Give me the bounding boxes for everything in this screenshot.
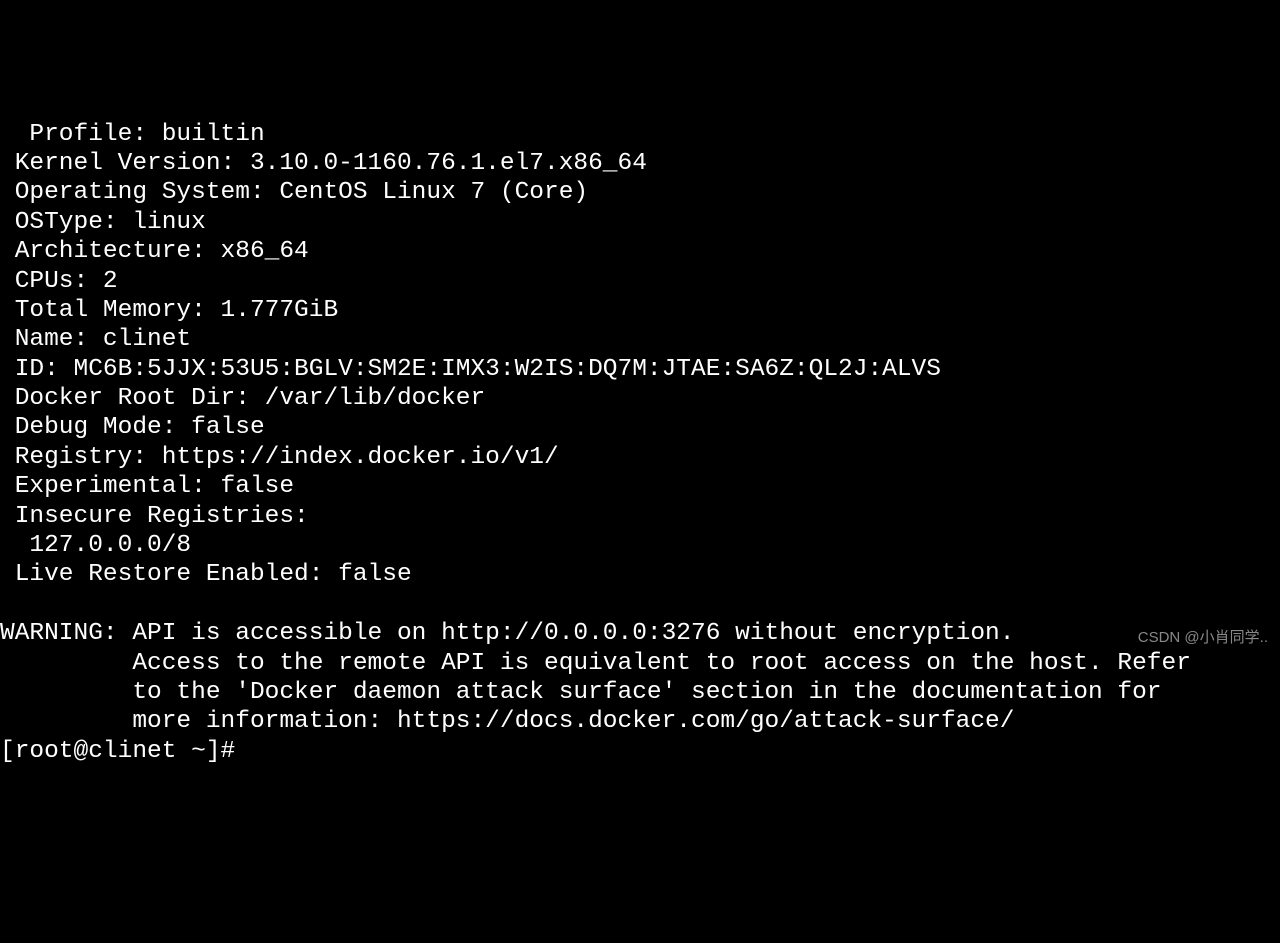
terminal-line: Architecture: x86_64 [0,237,1280,266]
terminal-line: Access to the remote API is equivalent t… [0,649,1280,678]
terminal-line: ID: MC6B:5JJX:53U5:BGLV:SM2E:IMX3:W2IS:D… [0,355,1280,384]
terminal-line[interactable]: [root@clinet ~]# [0,737,1280,766]
terminal-line: Profile: builtin [0,120,1280,149]
terminal-line: Operating System: CentOS Linux 7 (Core) [0,178,1280,207]
terminal-line: Registry: https://index.docker.io/v1/ [0,443,1280,472]
terminal-line: 127.0.0.0/8 [0,531,1280,560]
terminal-line: WARNING: API is accessible on http://0.0… [0,619,1280,648]
terminal-line: Insecure Registries: [0,502,1280,531]
terminal-line: CPUs: 2 [0,267,1280,296]
terminal-line: Name: clinet [0,325,1280,354]
terminal-line: Docker Root Dir: /var/lib/docker [0,384,1280,413]
terminal-line: Kernel Version: 3.10.0-1160.76.1.el7.x86… [0,149,1280,178]
terminal-line: Debug Mode: false [0,413,1280,442]
terminal-line [0,590,1280,619]
terminal-line: Experimental: false [0,472,1280,501]
terminal-line: Total Memory: 1.777GiB [0,296,1280,325]
terminal-line: OSType: linux [0,208,1280,237]
terminal-line: to the 'Docker daemon attack surface' se… [0,678,1280,707]
watermark-text: CSDN @小肖同学.. [1138,629,1268,647]
terminal-line: more information: https://docs.docker.co… [0,707,1280,736]
terminal-line: Live Restore Enabled: false [0,560,1280,589]
terminal-output: Profile: builtin Kernel Version: 3.10.0-… [0,120,1280,767]
